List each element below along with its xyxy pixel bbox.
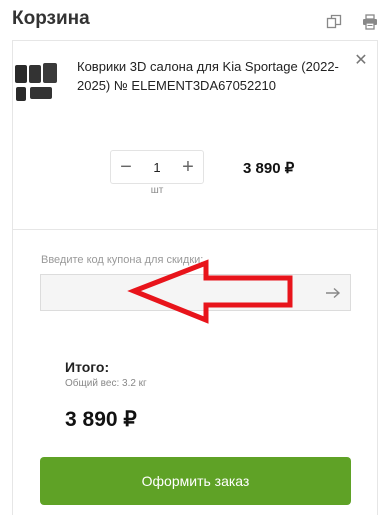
checkout-button[interactable]: Оформить заказ — [40, 457, 351, 505]
print-icon[interactable] — [362, 14, 378, 30]
product-thumbnail[interactable] — [13, 59, 63, 109]
total-price: 3 890 ₽ — [65, 408, 137, 431]
total-weight: Общий вес: 3.2 кг — [65, 378, 147, 389]
total-label: Итого: — [65, 359, 110, 375]
page-title: Корзина — [12, 8, 90, 29]
coupon-input[interactable] — [40, 274, 351, 311]
copy-icon[interactable] — [326, 14, 342, 30]
item-price: 3 890 ₽ — [243, 160, 295, 177]
cart-header: Корзина — [12, 6, 378, 34]
quantity-unit: шт — [150, 185, 164, 196]
decrease-button[interactable]: − — [111, 151, 141, 183]
product-name[interactable]: Коврики 3D салона для Kia Sportage (2022… — [77, 57, 353, 95]
quantity-stepper: − 1 + — [110, 150, 204, 184]
coupon-label: Введите код купона для скидки: — [41, 254, 204, 266]
increase-button[interactable]: + — [173, 151, 203, 183]
cart-card: Коврики 3D салона для Kia Sportage (2022… — [12, 40, 378, 515]
coupon-submit-button[interactable] — [317, 277, 349, 308]
arrow-right-icon — [326, 287, 341, 298]
quantity-value[interactable]: 1 — [141, 160, 173, 175]
divider — [13, 229, 377, 230]
close-icon[interactable]: ✕ — [353, 53, 369, 69]
